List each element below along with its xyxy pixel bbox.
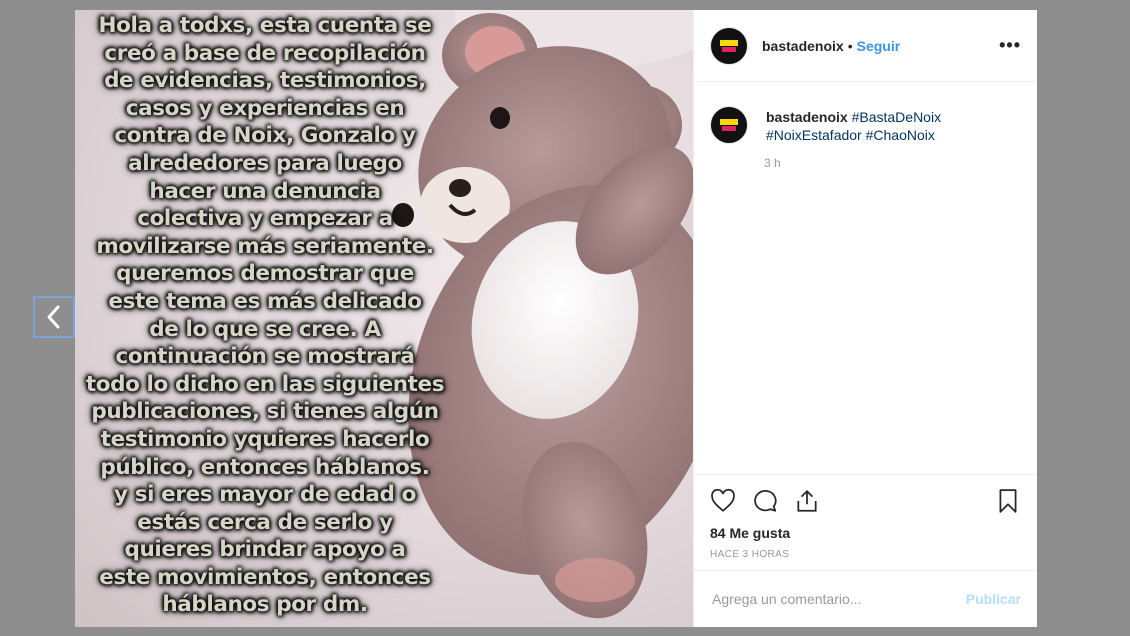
avatar[interactable] xyxy=(710,106,748,144)
image-text-line: quieres brindar apoyo a xyxy=(124,537,406,563)
chevron-left-icon xyxy=(47,305,60,329)
follow-button[interactable]: Seguir xyxy=(857,38,901,54)
image-text-line: este tema es más delicado xyxy=(108,288,422,314)
post-header: bastadenoix • Seguir ••• xyxy=(694,10,1037,82)
publish-button[interactable]: Publicar xyxy=(966,591,1021,607)
comment-bar: Publicar xyxy=(694,570,1037,627)
previous-post-button[interactable] xyxy=(33,296,75,338)
image-text-line: publicaciones, si tienes algún xyxy=(91,399,439,425)
more-options-icon[interactable]: ••• xyxy=(999,35,1021,56)
image-text-line: de lo que se cree. A xyxy=(149,316,381,342)
post-modal: Hola a todxs, esta cuenta se creó a base… xyxy=(75,10,1037,627)
image-text-line: estás cerca de serlo y xyxy=(137,509,393,535)
image-text-line: queremos demostrar que xyxy=(116,261,414,287)
caption-username[interactable]: bastadenoix xyxy=(766,109,848,125)
action-bar: 84 Me gusta HACE 3 HORAS xyxy=(694,474,1037,570)
post-timestamp: HACE 3 HORAS xyxy=(710,549,790,560)
hashtag-link[interactable]: #BastaDeNoix xyxy=(852,109,942,125)
image-text-line: colectiva y empezar a xyxy=(137,206,393,232)
caption: bastadenoix #BastaDeNoix #NoixEstafador … xyxy=(710,98,1021,144)
image-text-line: hacer una denuncia xyxy=(149,178,381,204)
separator-dot: • xyxy=(847,37,853,54)
caption-timestamp[interactable]: 3 h xyxy=(764,156,1021,170)
image-text-line: de evidencias, testimonios, xyxy=(104,68,426,94)
logo-icon xyxy=(718,36,740,56)
bookmark-icon[interactable] xyxy=(995,488,1021,514)
post-side-panel: bastadenoix • Seguir ••• bastadenoix #Ba… xyxy=(693,10,1037,627)
caption-area: bastadenoix #BastaDeNoix #NoixEstafador … xyxy=(694,82,1037,474)
image-text-line: testimonio yquieres hacerlo xyxy=(100,426,430,452)
hashtag-link[interactable]: #NoixEstafador xyxy=(766,127,862,143)
post-image[interactable]: Hola a todxs, esta cuenta se creó a base… xyxy=(75,10,693,627)
post-image-text: Hola a todxs, esta cuenta se creó a base… xyxy=(75,12,455,619)
likes-count[interactable]: 84 Me gusta xyxy=(710,525,1021,541)
image-text-line: creó a base de recopilación xyxy=(104,40,426,66)
image-text-line: movilizarse más seriamente. xyxy=(96,233,434,259)
caption-text: bastadenoix #BastaDeNoix #NoixEstafador … xyxy=(766,108,941,144)
image-text-line: público, entonces háblanos. xyxy=(100,454,430,480)
image-text-line: y si eres mayor de edad o xyxy=(114,482,416,508)
comment-input[interactable] xyxy=(710,590,966,608)
image-text-line: contra de Noix, Gonzalo y xyxy=(114,123,416,149)
image-text-line: este movimientos, entonces xyxy=(99,564,431,590)
avatar[interactable] xyxy=(710,26,748,65)
heart-icon[interactable] xyxy=(710,488,736,514)
image-text-line: Hola a todxs, esta cuenta se xyxy=(98,13,432,38)
image-text-line: continuación se mostrará xyxy=(115,344,415,370)
comment-icon[interactable] xyxy=(752,488,778,514)
share-icon[interactable] xyxy=(794,488,820,514)
header-username[interactable]: bastadenoix xyxy=(762,38,844,54)
image-text-line: alrededores para luego xyxy=(128,150,402,176)
image-text-line: háblanos por dm. xyxy=(162,592,368,618)
image-text-line: todo lo dicho en las siguientes xyxy=(85,371,445,397)
image-text-line: casos y experiencias en xyxy=(125,95,405,121)
logo-icon xyxy=(718,115,740,135)
hashtag-link[interactable]: #ChaoNoix xyxy=(866,127,935,143)
